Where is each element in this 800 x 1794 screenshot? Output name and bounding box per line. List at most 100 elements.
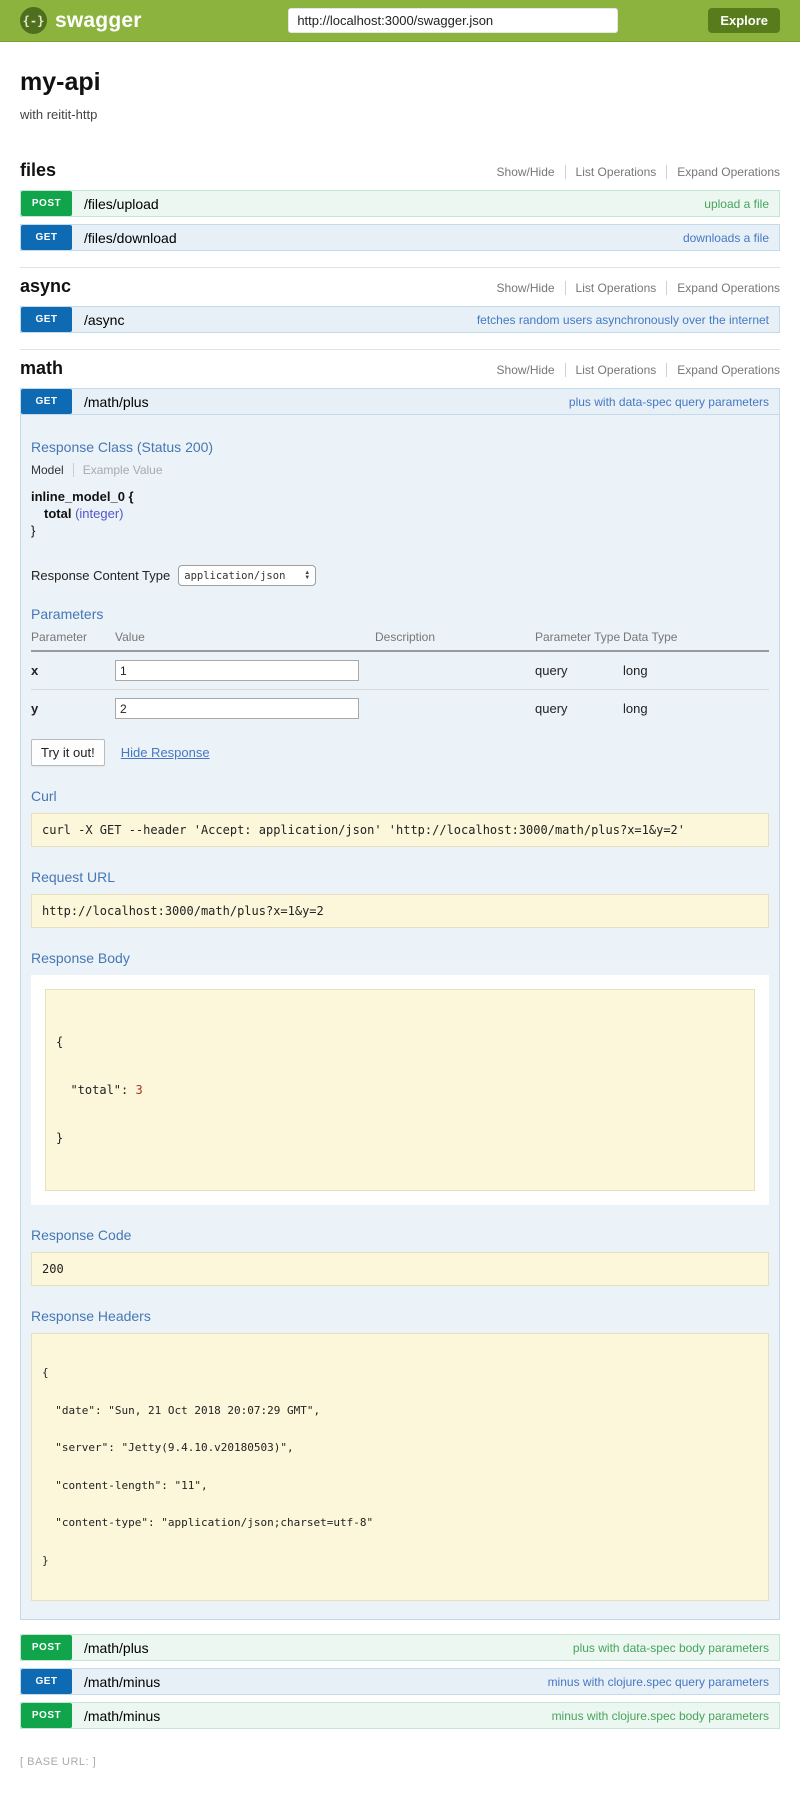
json-close-brace: } (56, 1130, 744, 1146)
curl-command: curl -X GET --header 'Accept: applicatio… (31, 813, 769, 847)
response-class-tabs: Model Example Value (31, 463, 769, 477)
section-async-header: async Show/Hide List Operations Expand O… (20, 276, 780, 297)
col-data-type: Data Type (623, 626, 769, 651)
method-badge-post: POST (21, 1635, 72, 1660)
method-badge-get: GET (21, 225, 72, 250)
operation-summary[interactable]: plus with data-spec query parameters (569, 395, 769, 409)
operation-path[interactable]: /math/plus (84, 394, 149, 410)
list-operations-link[interactable]: List Operations (565, 165, 667, 179)
show-hide-link[interactable]: Show/Hide (487, 363, 565, 377)
try-it-out-button[interactable]: Try it out! (31, 739, 105, 766)
operation-summary[interactable]: plus with data-spec body parameters (573, 1641, 769, 1655)
swagger-logo-text: swagger (55, 9, 142, 33)
response-content-type-row: Response Content Type application/json ▲… (31, 565, 769, 586)
response-content-type-label: Response Content Type (31, 568, 170, 583)
parameter-row-y: y query long (31, 690, 769, 728)
response-body-container: { "total": 3 } (31, 975, 769, 1205)
operation-path[interactable]: /math/minus (84, 1708, 160, 1724)
operation-path[interactable]: /math/minus (84, 1674, 160, 1690)
param-y-value-input[interactable] (115, 698, 359, 719)
col-parameter-type: Parameter Type (535, 626, 623, 651)
section-files-controls: Show/Hide List Operations Expand Operati… (487, 165, 780, 179)
response-content-type-select[interactable]: application/json ▲▼ (178, 565, 316, 586)
response-headers-heading: Response Headers (31, 1308, 769, 1324)
operation-post-math-plus[interactable]: POST /math/plus plus with data-spec body… (20, 1634, 780, 1661)
response-body-json: { "total": 3 } (45, 989, 755, 1191)
param-name: y (31, 690, 115, 728)
operation-summary[interactable]: minus with clojure.spec body parameters (552, 1709, 769, 1723)
operation-post-math-minus[interactable]: POST /math/minus minus with clojure.spec… (20, 1702, 780, 1729)
logo-glyph: {-} (23, 14, 45, 28)
operation-path[interactable]: /async (84, 312, 124, 328)
param-description (375, 651, 535, 690)
operation-get-math-minus[interactable]: GET /math/minus minus with clojure.spec … (20, 1668, 780, 1695)
parameters-heading: Parameters (31, 606, 769, 622)
response-headers-json: { "date": "Sun, 21 Oct 2018 20:07:29 GMT… (31, 1333, 769, 1601)
param-type: query (535, 690, 623, 728)
expand-operations-link[interactable]: Expand Operations (666, 165, 780, 179)
footer: [ BASE URL: ] (0, 1736, 800, 1794)
section-math-header: math Show/Hide List Operations Expand Op… (20, 358, 780, 379)
section-async: async Show/Hide List Operations Expand O… (20, 267, 780, 333)
tab-example-value[interactable]: Example Value (74, 463, 163, 477)
expand-operations-link[interactable]: Expand Operations (666, 281, 780, 295)
tab-model[interactable]: Model (31, 463, 74, 477)
selected-content-type: application/json (184, 570, 285, 582)
operation-summary[interactable]: upload a file (704, 197, 769, 211)
main-content: my-api with reitit-http files Show/Hide … (0, 68, 800, 1729)
parameter-row-x: x query long (31, 651, 769, 690)
col-parameter: Parameter (31, 626, 115, 651)
param-data-type: long (623, 651, 769, 690)
section-files: files Show/Hide List Operations Expand O… (20, 160, 780, 251)
swagger-logo[interactable]: {-} swagger (20, 7, 142, 34)
operation-summary[interactable]: minus with clojure.spec query parameters (548, 1675, 769, 1689)
param-x-value-input[interactable] (115, 660, 359, 681)
parameters-header-row: Parameter Value Description Parameter Ty… (31, 626, 769, 651)
section-async-controls: Show/Hide List Operations Expand Operati… (487, 281, 780, 295)
method-badge-post: POST (21, 1703, 72, 1728)
expand-operations-link[interactable]: Expand Operations (666, 363, 780, 377)
list-operations-link[interactable]: List Operations (565, 281, 667, 295)
operation-path[interactable]: /files/download (84, 230, 177, 246)
model-close: } (31, 522, 769, 539)
method-badge-post: POST (21, 191, 72, 216)
api-title: my-api (20, 68, 780, 97)
swagger-logo-icon: {-} (20, 7, 47, 34)
top-bar: {-} swagger Explore (0, 0, 800, 42)
response-body-heading: Response Body (31, 950, 769, 966)
section-title-math[interactable]: math (20, 358, 63, 379)
response-code-value: 200 (31, 1252, 769, 1286)
section-title-files[interactable]: files (20, 160, 56, 181)
request-url-heading: Request URL (31, 869, 769, 885)
operation-path[interactable]: /math/plus (84, 1640, 149, 1656)
section-files-header: files Show/Hide List Operations Expand O… (20, 160, 780, 181)
request-url-value: http://localhost:3000/math/plus?x=1&y=2 (31, 894, 769, 928)
spec-url-input[interactable] (288, 8, 618, 33)
json-total-line: "total": 3 (56, 1082, 744, 1098)
operation-summary[interactable]: downloads a file (683, 231, 769, 245)
show-hide-link[interactable]: Show/Hide (487, 165, 565, 179)
operation-detail-panel: Response Class (Status 200) Model Exampl… (20, 415, 780, 1620)
list-operations-link[interactable]: List Operations (565, 363, 667, 377)
try-actions-row: Try it out! Hide Response (31, 739, 769, 766)
operation-summary[interactable]: fetches random users asynchronously over… (477, 313, 769, 327)
explore-button[interactable]: Explore (708, 8, 780, 33)
api-description: with reitit-http (20, 107, 780, 122)
operation-get-async[interactable]: GET /async fetches random users asynchro… (20, 306, 780, 333)
col-description: Description (375, 626, 535, 651)
json-open-brace: { (56, 1034, 744, 1050)
json-key: "total": (56, 1083, 135, 1097)
model-open: inline_model_0 { (31, 488, 769, 505)
method-badge-get: GET (21, 1669, 72, 1694)
parameters-table: Parameter Value Description Parameter Ty… (31, 626, 769, 727)
curl-heading: Curl (31, 788, 769, 804)
select-arrows-icon: ▲▼ (304, 571, 310, 581)
operation-post-files-upload[interactable]: POST /files/upload upload a file (20, 190, 780, 217)
operation-path[interactable]: /files/upload (84, 196, 159, 212)
operation-get-files-download[interactable]: GET /files/download downloads a file (20, 224, 780, 251)
hide-response-link[interactable]: Hide Response (121, 745, 210, 760)
section-title-async[interactable]: async (20, 276, 71, 297)
section-math: math Show/Hide List Operations Expand Op… (20, 349, 780, 1729)
operation-get-math-plus[interactable]: GET /math/plus plus with data-spec query… (20, 388, 780, 415)
show-hide-link[interactable]: Show/Hide (487, 281, 565, 295)
